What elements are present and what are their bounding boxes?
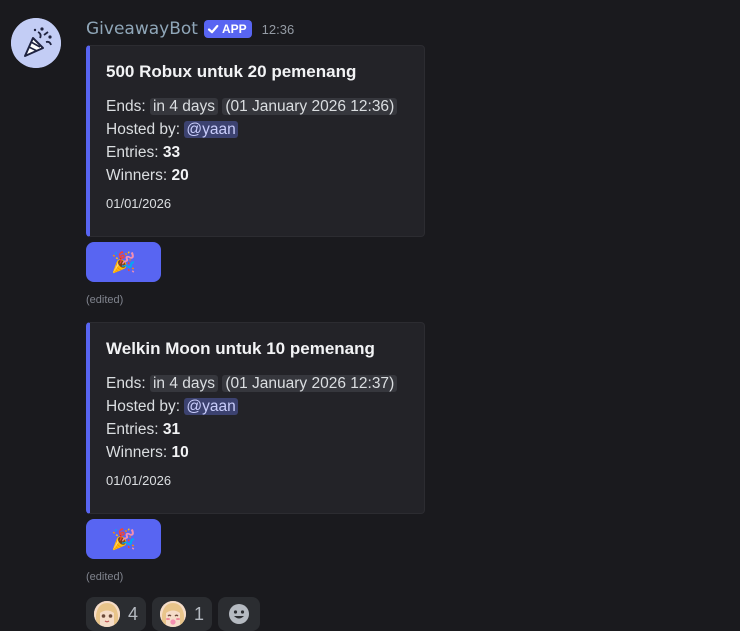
- entries-line: Entries: 31: [106, 418, 408, 441]
- ends-absolute-value: 01 January 2026 12:36: [230, 98, 390, 115]
- embed-title: 500 Robux untuk 20 pemenang: [106, 62, 357, 81]
- embed-title: Welkin Moon untuk 10 pemenang: [106, 339, 375, 358]
- edited-label: (edited): [86, 571, 124, 583]
- reaction[interactable]: 4: [86, 597, 147, 631]
- entries-line: Entries: 33: [106, 141, 408, 164]
- ends-absolute-time[interactable]: (01 January 2026 12:36): [222, 98, 398, 115]
- add-reaction-button[interactable]: [218, 597, 261, 631]
- ends-absolute-time[interactable]: (01 January 2026 12:37): [222, 375, 398, 392]
- hosted-line: Hosted by: @yaan: [106, 395, 408, 418]
- message-header: GiveawayBot APP 12:36: [86, 18, 294, 40]
- smiley-icon: [229, 604, 250, 624]
- app-badge: APP: [203, 20, 252, 38]
- winners-label: Winners:: [106, 444, 168, 461]
- winners-count: 10: [171, 444, 189, 461]
- reaction-count: 4: [128, 603, 139, 624]
- host-mention[interactable]: @yaan: [184, 398, 238, 415]
- anime-girl-blush-emoji: [160, 601, 187, 627]
- winners-label: Winners:: [106, 167, 168, 184]
- reaction-bar: 4 1: [86, 597, 261, 631]
- host-mention[interactable]: @yaan: [184, 121, 238, 138]
- entries-label: Entries:: [106, 421, 159, 438]
- checkmark-icon: [207, 24, 219, 34]
- embed-footer: 01/01/2026: [106, 473, 172, 488]
- edited-label: (edited): [86, 294, 124, 306]
- reaction-count: 1: [194, 603, 205, 624]
- giveaway-embed: Welkin Moon untuk 10 pemenang Ends: in 4…: [86, 322, 425, 514]
- reaction[interactable]: 1: [152, 597, 213, 631]
- bot-avatar[interactable]: [11, 18, 61, 68]
- author-name[interactable]: GiveawayBot: [86, 19, 198, 39]
- app-badge-label: APP: [221, 22, 247, 36]
- enter-giveaway-button[interactable]: 🎉: [86, 519, 161, 559]
- entries-count: 31: [162, 421, 181, 438]
- hosted-label: Hosted by:: [106, 398, 181, 415]
- hosted-label: Hosted by:: [106, 121, 181, 138]
- winners-line: Winners: 20: [106, 164, 408, 187]
- message-timestamp[interactable]: 12:36: [262, 22, 295, 37]
- ends-line: Ends: in 4 days (01 January 2026 12:36): [106, 95, 408, 118]
- embed-footer: 01/01/2026: [106, 196, 172, 211]
- ends-label: Ends:: [106, 375, 146, 392]
- ends-label: Ends:: [106, 98, 146, 115]
- winners-count: 20: [171, 167, 189, 184]
- ends-relative-time[interactable]: in 4 days: [149, 98, 218, 115]
- winners-line: Winners: 10: [106, 441, 408, 464]
- entries-count: 33: [162, 144, 181, 161]
- enter-giveaway-button[interactable]: 🎉: [86, 242, 161, 282]
- ends-relative-time[interactable]: in 4 days: [149, 375, 218, 392]
- entries-label: Entries:: [106, 144, 159, 161]
- hosted-line: Hosted by: @yaan: [106, 118, 408, 141]
- giveaway-embed: 500 Robux untuk 20 pemenang Ends: in 4 d…: [86, 45, 425, 237]
- party-popper-icon: 🎉: [111, 250, 136, 274]
- party-popper-icon: [11, 18, 61, 68]
- anime-girl-emoji: [94, 601, 120, 627]
- ends-line: Ends: in 4 days (01 January 2026 12:37): [106, 372, 408, 395]
- party-popper-icon: 🎉: [111, 527, 136, 551]
- ends-absolute-value: 01 January 2026 12:37: [230, 375, 390, 392]
